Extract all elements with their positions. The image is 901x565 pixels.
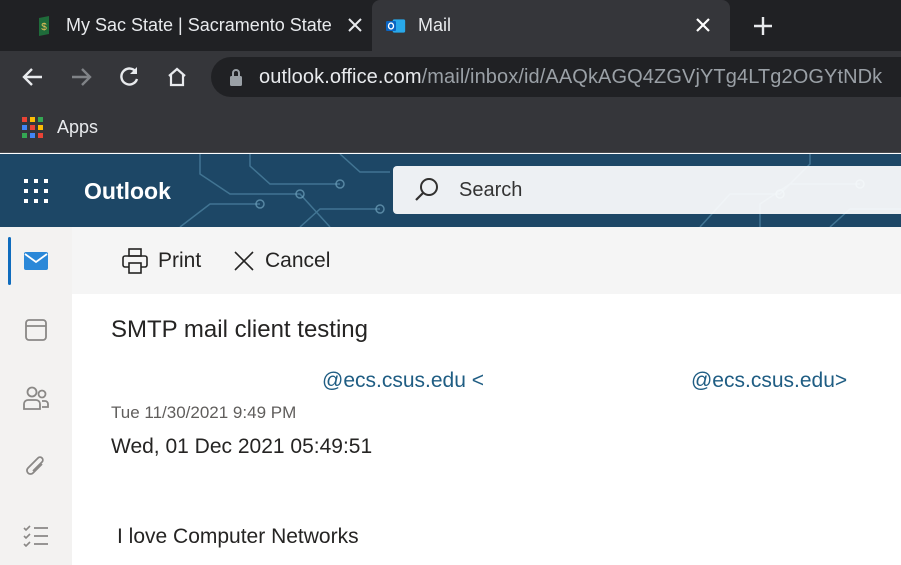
sender-address[interactable]: @ecs.csus.edu <: [322, 369, 484, 392]
rail-mail[interactable]: [0, 236, 72, 286]
forward-arrow-icon[interactable]: [68, 64, 94, 90]
tab-close-icon[interactable]: [692, 14, 714, 36]
printer-icon: [122, 248, 148, 274]
svg-text:$: $: [41, 22, 47, 33]
address-bar[interactable]: outlook.office.com/mail/inbox/id/AAQkAGQ…: [211, 57, 901, 97]
search-icon: [415, 178, 438, 201]
people-icon: [23, 386, 49, 410]
outlook-icon: [386, 16, 406, 36]
left-rail: [0, 227, 72, 565]
apps-icon[interactable]: [22, 117, 43, 138]
command-bar: Print Cancel: [72, 227, 901, 294]
attachment-icon: [26, 456, 44, 475]
todo-icon: [23, 525, 48, 547]
tab-title: My Sac State | Sacramento State: [66, 15, 332, 35]
tab-close-icon[interactable]: [344, 14, 366, 36]
message-body: I love Computer Networks: [117, 525, 359, 548]
app-launcher-icon[interactable]: [24, 179, 48, 203]
cancel-label: Cancel: [265, 249, 331, 272]
url-host: outlook.office.com: [259, 65, 422, 88]
url-path: /mail/inbox/id/AAQkAGQ4ZGVjYTg4LTg2OGYtN…: [421, 65, 883, 88]
rail-files[interactable]: [0, 442, 72, 492]
home-icon[interactable]: [164, 64, 190, 90]
back-arrow-icon[interactable]: [20, 64, 46, 90]
mail-icon: [24, 252, 48, 270]
rail-calendar[interactable]: [0, 305, 72, 355]
sac-state-icon: $: [34, 15, 54, 36]
browser-tab-strip: $ My Sac State | Sacramento State Mail: [0, 0, 901, 51]
close-icon: [234, 251, 254, 271]
search-input[interactable]: Search: [393, 166, 901, 214]
message-date: Wed, 01 Dec 2021 05:49:51: [111, 435, 373, 458]
apps-bookmark[interactable]: Apps: [57, 117, 98, 138]
tab-mail[interactable]: Mail: [372, 0, 730, 51]
outlook-header: Outlook Search: [0, 154, 901, 227]
sender-line: @ecs.csus.edu < @ecs.csus.edu>: [322, 369, 847, 393]
outlook-brand[interactable]: Outlook: [84, 178, 171, 205]
search-placeholder: Search: [459, 178, 523, 201]
reload-icon[interactable]: [116, 64, 142, 90]
tab-title: Mail: [418, 15, 452, 35]
print-button[interactable]: Print: [122, 245, 201, 277]
calendar-icon: [25, 319, 47, 341]
lock-icon: [230, 69, 242, 86]
rail-todo[interactable]: [0, 511, 72, 561]
rail-people[interactable]: [0, 373, 72, 423]
cancel-button[interactable]: Cancel: [233, 245, 330, 277]
browser-toolbar: outlook.office.com/mail/inbox/id/AAQkAGQ…: [0, 51, 901, 103]
bookmarks-bar: Apps: [0, 103, 901, 153]
reading-pane: SMTP mail client testing @ecs.csus.edu <…: [72, 294, 901, 565]
recipient-address[interactable]: @ecs.csus.edu>: [691, 369, 847, 392]
message-subject: SMTP mail client testing: [111, 316, 368, 343]
new-tab-icon[interactable]: [750, 13, 776, 39]
tab-sac-state[interactable]: $ My Sac State | Sacramento State: [20, 0, 370, 51]
print-label: Print: [158, 249, 202, 272]
sent-timestamp: Tue 11/30/2021 9:49 PM: [111, 403, 297, 422]
url-text: outlook.office.com/mail/inbox/id/AAQkAGQ…: [259, 66, 882, 89]
